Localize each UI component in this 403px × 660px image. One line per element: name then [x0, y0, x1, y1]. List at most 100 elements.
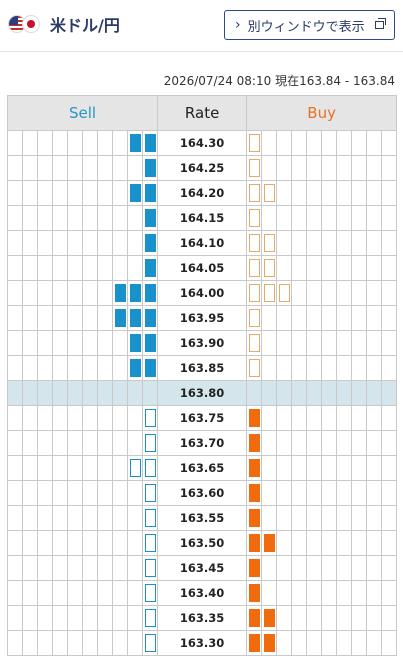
sell-cell — [141, 555, 159, 581]
sell-cell — [22, 530, 38, 556]
sell-cell — [67, 355, 83, 381]
rate-cell: 164.15 — [157, 205, 248, 231]
sell-cell — [127, 305, 143, 331]
buy-cell — [366, 430, 383, 456]
sell-cell — [82, 630, 98, 656]
buy-cell — [351, 530, 368, 556]
sell-cell — [112, 580, 128, 606]
sell-cell — [97, 605, 113, 631]
sell-cell — [82, 280, 98, 306]
buy-cell — [351, 430, 368, 456]
sell-volume-bar — [144, 584, 156, 602]
sell-volume-bar — [144, 609, 156, 627]
buy-cell — [276, 455, 293, 481]
sell-cell — [7, 455, 23, 481]
buy-cell — [321, 180, 338, 206]
buy-cell — [261, 605, 278, 631]
sell-cell — [97, 555, 113, 581]
buy-volume-bar — [248, 509, 260, 527]
buy-volume-bar — [248, 534, 260, 552]
sell-cell — [127, 355, 143, 381]
page-header: 米ドル/円 › 別ウィンドウで表示 — [0, 0, 403, 52]
sell-column-header: Sell — [6, 95, 159, 131]
buy-cell — [336, 480, 353, 506]
buy-cell — [321, 255, 338, 281]
open-new-window-label: 別ウィンドウで表示 — [247, 19, 365, 35]
sell-cell — [67, 130, 83, 156]
sell-cell — [97, 255, 113, 281]
sell-cell — [67, 605, 83, 631]
buy-volume-bar — [248, 634, 260, 652]
sell-cell — [127, 505, 143, 531]
buy-cell — [261, 205, 278, 231]
sell-cell — [7, 555, 23, 581]
sell-cell — [37, 205, 53, 231]
sell-cell — [141, 530, 159, 556]
sell-cell — [141, 605, 159, 631]
buy-volume-bar — [248, 359, 260, 377]
buy-cell — [306, 230, 323, 256]
sell-cell — [52, 230, 68, 256]
buy-cell — [276, 580, 293, 606]
sell-cell — [127, 380, 143, 406]
buy-cell — [306, 580, 323, 606]
sell-volume-bar — [144, 484, 156, 502]
buy-cell — [291, 455, 308, 481]
sell-volume-bar — [144, 634, 156, 652]
buy-cell — [381, 505, 398, 531]
sell-cell — [7, 305, 23, 331]
sell-cell — [82, 580, 98, 606]
buy-cell — [306, 605, 323, 631]
sell-cell — [22, 455, 38, 481]
sell-volume-bar — [144, 184, 156, 202]
buy-cell — [321, 330, 338, 356]
buy-cell — [381, 230, 398, 256]
buy-volume-bar — [248, 184, 260, 202]
sell-cell — [112, 605, 128, 631]
sell-volume-bar — [144, 409, 156, 427]
buy-cell — [261, 380, 278, 406]
buy-cell — [246, 605, 263, 631]
buy-volume-bar — [248, 134, 260, 152]
sell-cell — [141, 355, 159, 381]
order-book-row: 163.90 — [7, 330, 398, 356]
buy-cell — [351, 505, 368, 531]
buy-cell — [321, 205, 338, 231]
sell-cell — [67, 155, 83, 181]
buy-cell — [306, 130, 323, 156]
sell-cell — [7, 505, 23, 531]
sell-cell — [112, 230, 128, 256]
sell-cell — [67, 555, 83, 581]
rate-cell: 163.55 — [157, 505, 248, 531]
buy-cell — [381, 180, 398, 206]
sell-cell — [97, 505, 113, 531]
sell-cell — [82, 230, 98, 256]
open-new-window-button[interactable]: › 別ウィンドウで表示 — [224, 10, 395, 40]
buy-cell — [381, 630, 398, 656]
buy-cell — [336, 155, 353, 181]
sell-cell — [7, 230, 23, 256]
rate-cell: 164.00 — [157, 280, 248, 306]
sell-cell — [52, 455, 68, 481]
sell-cell — [52, 480, 68, 506]
buy-volume-bar — [278, 284, 290, 302]
buy-cell — [381, 455, 398, 481]
buy-cell — [321, 155, 338, 181]
sell-cell — [112, 430, 128, 456]
buy-cell — [261, 255, 278, 281]
sell-cell — [37, 330, 53, 356]
buy-cell — [366, 580, 383, 606]
sell-cell — [67, 230, 83, 256]
buy-cell — [366, 280, 383, 306]
sell-cell — [7, 180, 23, 206]
sell-cell — [82, 405, 98, 431]
sell-cell — [67, 280, 83, 306]
sell-volume-bar — [129, 459, 141, 477]
buy-volume-bar — [248, 434, 260, 452]
buy-cell — [381, 580, 398, 606]
buy-volume-bar — [263, 284, 275, 302]
buy-cell — [291, 530, 308, 556]
sell-cell — [37, 405, 53, 431]
sell-cell — [22, 380, 38, 406]
buy-cell — [276, 405, 293, 431]
